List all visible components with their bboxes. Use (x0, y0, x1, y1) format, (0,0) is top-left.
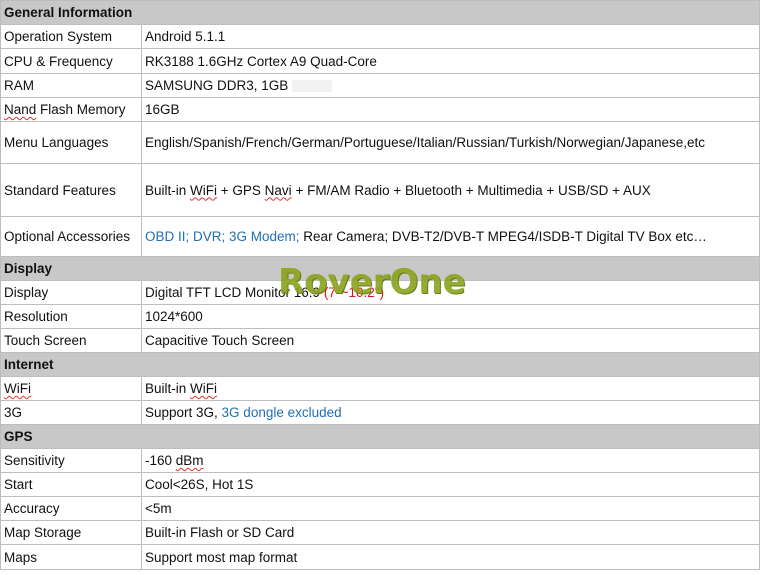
wifi-value-b: WiFi (190, 381, 218, 396)
row-label: Resolution (0, 304, 142, 329)
table-row: RAM SAMSUNG DDR3, 1GB (0, 73, 760, 98)
ram-value-text: SAMSUNG DDR3, 1GB (145, 78, 289, 93)
row-value: Android 5.1.1 (141, 24, 760, 49)
sensitivity-b: dBm (175, 453, 204, 468)
row-value: OBD II; DVR; 3G Modem; Rear Camera; DVB-… (141, 216, 760, 257)
section-display: Display (0, 256, 760, 281)
table-row: Optional Accessories OBD II; DVR; 3G Mod… (0, 216, 760, 257)
row-value: RK3188 1.6GHz Cortex A9 Quad-Core (141, 48, 760, 74)
row-label: RAM (0, 73, 142, 98)
row-label: CPU & Frequency (0, 48, 142, 74)
threeg-value-b: 3G dongle excluded (221, 405, 342, 420)
table-row: Sensitivity -160 dBm (0, 448, 760, 473)
features-a: Built-in (145, 182, 191, 198)
section-title: Internet (0, 352, 760, 377)
threeg-value-a: Support 3G, (145, 405, 222, 420)
row-label: Touch Screen (0, 328, 142, 353)
row-value: Support 3G, 3G dongle excluded (141, 400, 760, 425)
section-title: Display (0, 256, 760, 281)
wifi-value-a: Built-in (145, 381, 191, 396)
row-value: 1024*600 (141, 304, 760, 329)
accessories-rest: Rear Camera; DVB-T2/DVB-T MPEG4/ISDB-T D… (299, 229, 707, 244)
display-value-b: (7"~10.2") (323, 285, 385, 300)
section-internet: Internet (0, 352, 760, 377)
table-row: 3G Support 3G, 3G dongle excluded (0, 400, 760, 425)
table-row: Touch Screen Capacitive Touch Screen (0, 328, 760, 353)
table-row: Start Cool<26S, Hot 1S (0, 472, 760, 497)
row-value: Built-in WiFi + GPS Navi + FM/AM Radio +… (141, 163, 760, 217)
row-label: Operation System (0, 24, 142, 49)
blurred-region (292, 80, 333, 93)
display-value-a: Digital TFT LCD Monitor 16:9 (145, 285, 324, 300)
features-b: WiFi (190, 182, 218, 198)
row-label: Optional Accessories (0, 216, 142, 257)
table-row: Resolution 1024*600 (0, 304, 760, 329)
section-title: GPS (0, 424, 760, 449)
nand-label-b: Flash Memory (36, 102, 126, 117)
wifi-label: WiFi (4, 381, 31, 396)
features-d: Navi (264, 182, 292, 198)
accessories-blue: OBD II; DVR; 3G Modem; (145, 229, 300, 244)
section-gps: GPS (0, 424, 760, 449)
table-row: CPU & Frequency RK3188 1.6GHz Cortex A9 … (0, 48, 760, 74)
table-row: Map Storage Built-in Flash or SD Card (0, 520, 760, 545)
table-row: Operation System Android 5.1.1 (0, 24, 760, 49)
row-value: SAMSUNG DDR3, 1GB (141, 73, 760, 98)
features-c: + GPS (217, 182, 265, 198)
table-row: Menu Languages English/Spanish/French/Ge… (0, 121, 760, 164)
table-row: Maps Support most map format (0, 544, 760, 570)
nand-label-a: Nand (4, 102, 37, 117)
row-label: 3G (0, 400, 142, 425)
sensitivity-a: -160 (145, 453, 176, 468)
row-label: Start (0, 472, 142, 497)
row-label: Map Storage (0, 520, 142, 545)
spec-table: General Information Operation System And… (0, 0, 760, 570)
section-title: General Information (0, 0, 760, 25)
row-label: Standard Features (0, 163, 142, 217)
row-label: Accuracy (0, 496, 142, 521)
row-label: Nand Flash Memory (0, 97, 142, 122)
table-row: Standard Features Built-in WiFi + GPS Na… (0, 163, 760, 217)
row-label: Display (0, 280, 142, 305)
row-value: Built-in WiFi (141, 376, 760, 401)
table-row: Nand Flash Memory 16GB (0, 97, 760, 122)
row-label: Menu Languages (0, 121, 142, 164)
row-label: Maps (0, 544, 142, 570)
row-value: Built-in Flash or SD Card (141, 520, 760, 545)
row-value: Capacitive Touch Screen (141, 328, 760, 353)
row-value: -160 dBm (141, 448, 760, 473)
row-value: Cool<26S, Hot 1S (141, 472, 760, 497)
table-row: Accuracy <5m (0, 496, 760, 521)
row-value: Support most map format (141, 544, 760, 570)
row-value: English/Spanish/French/German/Portuguese… (141, 121, 760, 164)
row-value: Digital TFT LCD Monitor 16:9 (7"~10.2") (141, 280, 760, 305)
row-label: Sensitivity (0, 448, 142, 473)
row-value: 16GB (141, 97, 760, 122)
table-row: WiFi Built-in WiFi (0, 376, 760, 401)
section-general: General Information (0, 0, 760, 25)
features-e: + FM/AM Radio + Bluetooth + Multimedia +… (291, 182, 651, 198)
table-row: Display Digital TFT LCD Monitor 16:9 (7"… (0, 280, 760, 305)
row-value: <5m (141, 496, 760, 521)
row-label: WiFi (0, 376, 142, 401)
